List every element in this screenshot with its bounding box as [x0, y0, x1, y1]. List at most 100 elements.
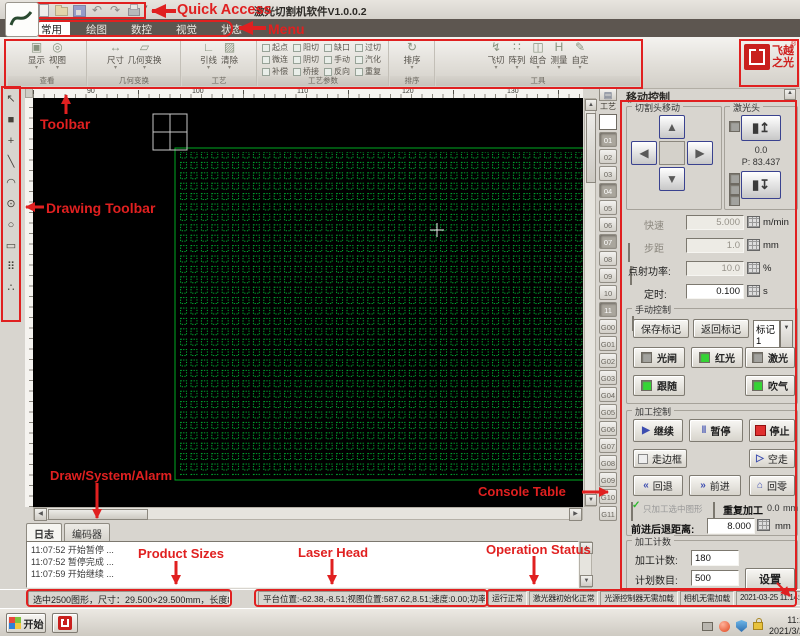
- jog-right-button[interactable]: ▶: [687, 141, 713, 165]
- quick-access-more-icon[interactable]: ▾: [144, 3, 148, 17]
- circle-icon[interactable]: ○: [3, 215, 19, 235]
- layer-button[interactable]: 01: [599, 132, 617, 147]
- scroll-down-icon[interactable]: [580, 575, 593, 587]
- layer-button[interactable]: G07: [599, 438, 617, 453]
- custom-button[interactable]: ✎自定: [571, 40, 589, 77]
- count-field[interactable]: 180: [691, 550, 739, 566]
- walk-frame-button[interactable]: 走边框: [633, 449, 687, 468]
- display-button[interactable]: ▣显示: [28, 40, 46, 77]
- select-icon[interactable]: ↖: [3, 89, 19, 109]
- dry-run-button[interactable]: ▷空走: [749, 449, 795, 468]
- save-icon[interactable]: [72, 3, 87, 17]
- process-parameter-item[interactable]: 缺口: [324, 42, 355, 53]
- layer-button[interactable]: 03: [599, 166, 617, 181]
- print-icon[interactable]: [126, 3, 141, 17]
- layer-color-swatch[interactable]: [599, 114, 617, 130]
- fill-icon[interactable]: ■: [3, 110, 19, 130]
- layer-button[interactable]: G00: [599, 319, 617, 334]
- jog-down-button[interactable]: ▼: [659, 167, 685, 191]
- distance-field[interactable]: 8.000: [707, 518, 755, 534]
- app-logo-icon[interactable]: [5, 2, 39, 37]
- measure-button[interactable]: H测量: [550, 40, 568, 77]
- continue-button[interactable]: ▶继续: [633, 419, 683, 442]
- tray-lock-icon[interactable]: [753, 622, 763, 630]
- rectangle-icon[interactable]: ▭: [3, 236, 19, 256]
- array-button[interactable]: ∷阵列: [508, 40, 526, 77]
- arc-icon[interactable]: ◠: [3, 173, 19, 193]
- taskbar-clock[interactable]: 11:14 2021/3/25: [769, 615, 800, 636]
- geometry-transform-button[interactable]: ▱几何变换: [127, 40, 161, 77]
- line-icon[interactable]: ╲: [3, 152, 19, 172]
- horizontal-scroll-thumb[interactable]: [48, 509, 148, 520]
- layers-icon[interactable]: ▤: [599, 88, 617, 101]
- canvas-vertical-scrollbar[interactable]: [584, 98, 596, 507]
- set-button[interactable]: 设置: [745, 568, 795, 590]
- canvas-horizontal-scrollbar[interactable]: [33, 507, 583, 520]
- layer-button[interactable]: G08: [599, 455, 617, 470]
- keypad-icon[interactable]: [747, 216, 760, 228]
- layer-button[interactable]: G01: [599, 336, 617, 351]
- step-field[interactable]: 1.0: [686, 238, 744, 253]
- sort-button[interactable]: ↻排序: [403, 40, 421, 77]
- stop-button[interactable]: 停止: [749, 419, 795, 442]
- timer-field[interactable]: 0.100: [686, 284, 744, 299]
- layer-button[interactable]: 06: [599, 217, 617, 232]
- scroll-right-icon[interactable]: [569, 508, 582, 521]
- tray-update-icon[interactable]: [719, 621, 730, 632]
- log-scrollbar[interactable]: [579, 541, 592, 588]
- fly-cut-button[interactable]: ↯飞切: [487, 40, 505, 77]
- dot-matrix-icon[interactable]: ⠿: [3, 257, 19, 277]
- process-parameter-item[interactable]: 微连: [262, 54, 293, 65]
- open-folder-icon[interactable]: [54, 3, 69, 17]
- layer-button[interactable]: G11: [599, 506, 617, 521]
- process-parameter-item[interactable]: 阴切: [293, 54, 324, 65]
- app-taskbar-button[interactable]: [52, 613, 78, 633]
- fast-speed-field[interactable]: 5.000: [686, 215, 744, 230]
- backward-button[interactable]: «回退: [633, 475, 683, 496]
- keypad-icon[interactable]: [747, 285, 760, 297]
- layer-button[interactable]: G10: [599, 489, 617, 504]
- layer-button[interactable]: G09: [599, 472, 617, 487]
- layer-button[interactable]: G02: [599, 353, 617, 368]
- start-button[interactable]: 开始: [6, 613, 46, 633]
- home-button[interactable]: ⌂回零: [749, 475, 795, 496]
- keypad-icon[interactable]: [747, 239, 760, 251]
- only-selected-checkbox[interactable]: [631, 502, 633, 521]
- scatter-icon[interactable]: ∴: [3, 278, 19, 298]
- panel-collapse-icon[interactable]: ▲: [784, 89, 796, 100]
- laser-head-up-button[interactable]: ▮↥: [741, 115, 781, 141]
- log-tab[interactable]: 编码器: [64, 523, 110, 543]
- air-blow-toggle[interactable]: 吹气: [745, 375, 795, 396]
- jog-left-button[interactable]: ◀: [631, 141, 657, 165]
- layer-button[interactable]: 05: [599, 200, 617, 215]
- scroll-up-icon[interactable]: [580, 542, 593, 554]
- process-parameter-item[interactable]: 手动: [324, 54, 355, 65]
- save-mark-button[interactable]: 保存标记: [633, 319, 689, 338]
- laser-toggle[interactable]: 激光: [745, 347, 795, 368]
- shutter-toggle[interactable]: 光闸: [633, 347, 685, 368]
- plan-field[interactable]: 500: [691, 570, 739, 586]
- layer-button[interactable]: 09: [599, 268, 617, 283]
- scroll-left-icon[interactable]: [34, 508, 47, 521]
- burst-power-field[interactable]: 10.0: [686, 261, 744, 276]
- laser-head-down-button[interactable]: ▮↧: [741, 171, 781, 199]
- drawing-canvas[interactable]: [33, 98, 583, 507]
- tray-input-icon[interactable]: [702, 622, 713, 631]
- process-parameter-item[interactable]: 阳切: [293, 42, 324, 53]
- layer-button[interactable]: G05: [599, 404, 617, 419]
- fast-checkbox[interactable]: [628, 243, 630, 262]
- process-parameter-item[interactable]: 起点: [262, 42, 293, 53]
- layer-button[interactable]: 07: [599, 234, 617, 249]
- tray-security-icon[interactable]: [736, 620, 747, 632]
- combine-button[interactable]: ◫组合: [529, 40, 547, 77]
- lead-line-button[interactable]: ∟引线: [200, 40, 218, 77]
- red-light-toggle[interactable]: 红光: [691, 347, 743, 368]
- layer-button[interactable]: G04: [599, 387, 617, 402]
- follow-toggle[interactable]: 跟随: [633, 375, 685, 396]
- log-tab[interactable]: 日志: [26, 523, 62, 543]
- redo-icon[interactable]: [108, 3, 123, 17]
- layer-button[interactable]: 08: [599, 251, 617, 266]
- layer-button[interactable]: 11: [599, 302, 617, 317]
- forward-button[interactable]: »前进: [689, 475, 741, 496]
- undo-icon[interactable]: [90, 3, 105, 17]
